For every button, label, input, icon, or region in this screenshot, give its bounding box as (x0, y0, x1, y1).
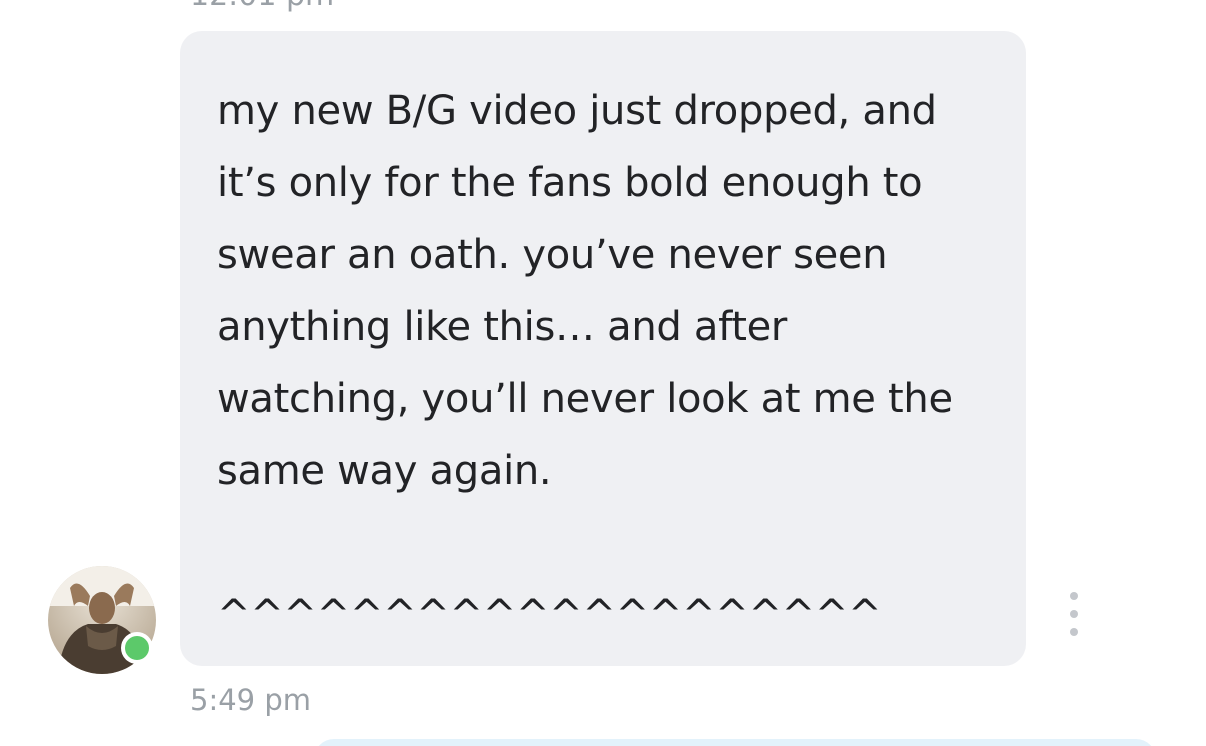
incoming-message-bubble[interactable]: my new B/G video just dropped, and it’s … (180, 31, 1026, 666)
previous-message-timestamp: 12:01 pm (190, 0, 334, 13)
more-vertical-icon (1070, 592, 1078, 600)
sender-avatar[interactable] (48, 566, 156, 674)
message-timestamp: 5:49 pm (190, 683, 311, 717)
message-text: my new B/G video just dropped, and it’s … (217, 88, 953, 638)
more-vertical-icon-dot (1070, 628, 1078, 636)
more-options-button[interactable] (1060, 592, 1088, 636)
outgoing-message-bubble[interactable] (314, 739, 1156, 746)
more-vertical-icon-dot (1070, 610, 1078, 618)
online-status-indicator (121, 632, 153, 664)
chat-screen: 12:01 pm my new B/G video just dropped, … (0, 0, 1206, 746)
